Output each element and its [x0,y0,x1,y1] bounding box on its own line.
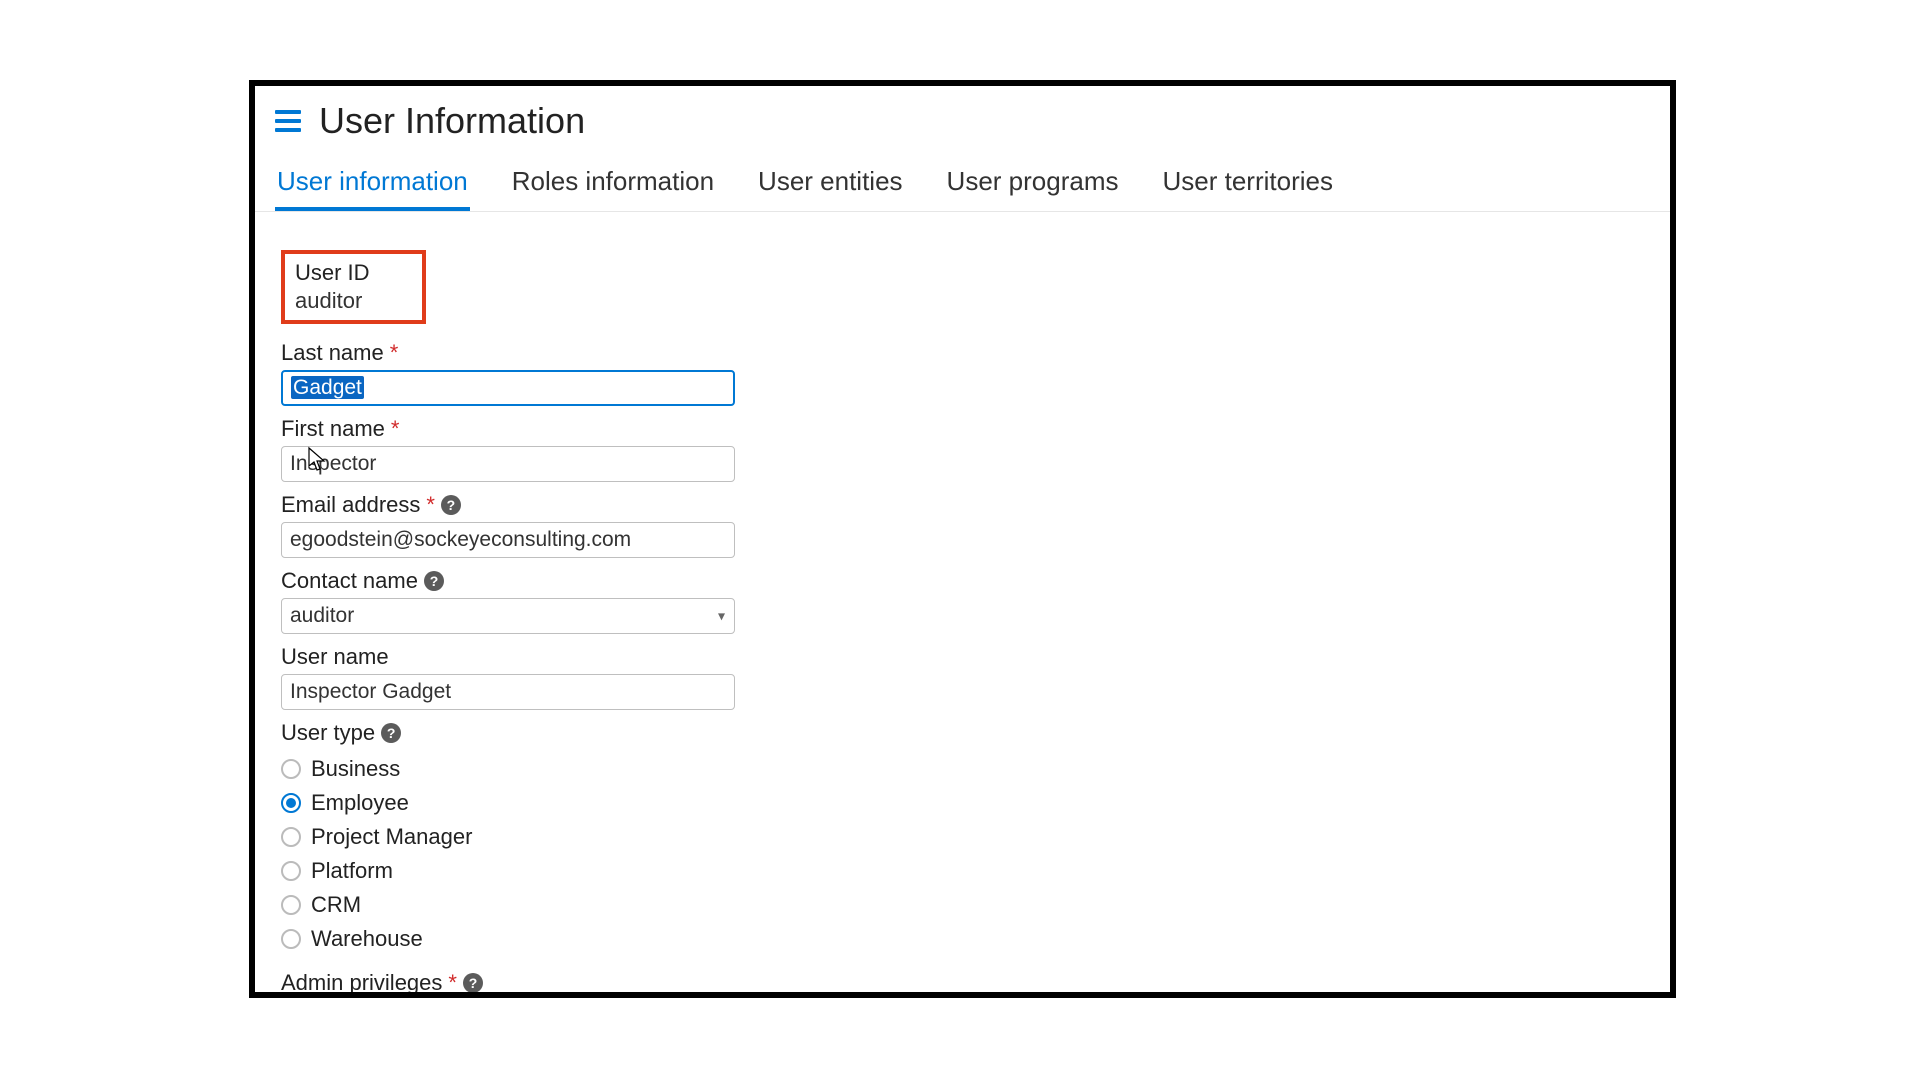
user-name-field: User name [281,644,1650,710]
radio-warehouse[interactable]: Warehouse [281,922,1650,956]
radio-icon [281,759,301,779]
radio-icon [281,793,301,813]
email-input[interactable] [281,522,735,558]
radio-icon [281,827,301,847]
contact-name-value[interactable] [281,598,735,634]
first-name-field: First name * [281,416,1650,482]
tab-user-information[interactable]: User information [275,166,470,211]
required-asterisk: * [391,416,400,442]
last-name-label: Last name * [281,340,398,366]
help-icon[interactable]: ? [381,723,401,743]
user-type-field: User type ? Business Employee Project Ma… [281,720,1650,956]
tab-bar: User information Roles information User … [255,160,1670,212]
list-icon[interactable] [275,110,301,132]
required-asterisk: * [390,340,399,366]
help-icon[interactable]: ? [441,495,461,515]
help-icon[interactable]: ? [463,973,483,993]
last-name-selected-text: Gadget [291,376,364,399]
tab-user-territories[interactable]: User territories [1160,166,1334,211]
email-field: Email address * ? [281,492,1650,558]
contact-name-field: Contact name ? ▾ [281,568,1650,634]
radio-icon [281,929,301,949]
tab-roles-information[interactable]: Roles information [510,166,716,211]
radio-icon [281,861,301,881]
page-title: User Information [319,100,585,142]
admin-privileges-field: Admin privileges * ? [281,970,1650,996]
user-type-label: User type ? [281,720,401,746]
radio-icon [281,895,301,915]
user-id-label: User ID [295,260,370,286]
contact-name-label: Contact name ? [281,568,444,594]
tab-user-entities[interactable]: User entities [756,166,905,211]
form-area: User ID auditor Last name * Gadget First… [255,212,1670,996]
radio-employee[interactable]: Employee [281,786,1650,820]
user-id-highlight-box: User ID auditor [281,250,426,324]
required-asterisk: * [448,970,457,996]
contact-name-select[interactable]: ▾ [281,598,735,634]
radio-business[interactable]: Business [281,752,1650,786]
user-type-radio-group: Business Employee Project Manager Platfo… [281,752,1650,956]
radio-project-manager[interactable]: Project Manager [281,820,1650,854]
first-name-label: First name * [281,416,399,442]
user-id-value: auditor [295,288,370,314]
user-name-label: User name [281,644,389,670]
first-name-input[interactable] [281,446,735,482]
user-info-panel: User Information User information Roles … [249,80,1676,998]
last-name-input[interactable]: Gadget [281,370,735,406]
help-icon[interactable]: ? [424,571,444,591]
required-asterisk: * [426,492,435,518]
last-name-field: Last name * Gadget [281,340,1650,406]
radio-crm[interactable]: CRM [281,888,1650,922]
user-name-input[interactable] [281,674,735,710]
panel-header: User Information [255,86,1670,160]
radio-platform[interactable]: Platform [281,854,1650,888]
tab-user-programs[interactable]: User programs [945,166,1121,211]
email-label: Email address * ? [281,492,461,518]
admin-privileges-label: Admin privileges * ? [281,970,483,996]
